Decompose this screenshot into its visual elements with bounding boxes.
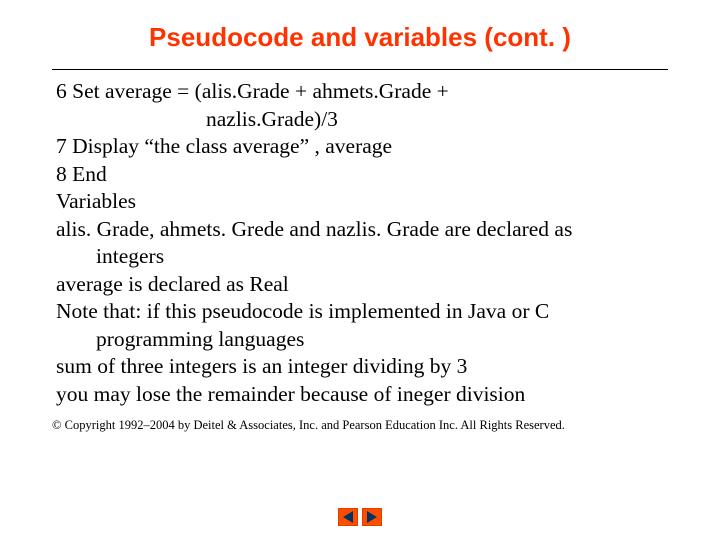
body-line: alis. Grade, ahmets. Grede and nazlis. G…: [56, 216, 664, 244]
body-line: nazlis.Grade)/3: [56, 106, 664, 134]
body-line: Note that: if this pseudocode is impleme…: [56, 298, 664, 326]
slide-body: 6 Set average = (alis.Grade + ahmets.Gra…: [56, 78, 664, 408]
title-divider: [52, 69, 668, 70]
body-line: 7 Display “the class average” , average: [56, 133, 664, 161]
body-line: programming languages: [56, 326, 664, 354]
body-line: 6 Set average = (alis.Grade + ahmets.Gra…: [56, 78, 664, 106]
slide: Pseudocode and variables (cont. ) 6 Set …: [0, 0, 720, 540]
triangle-right-icon: [367, 511, 377, 523]
body-line: integers: [56, 243, 664, 271]
nav-controls: [338, 508, 382, 526]
body-line: 8 End: [56, 161, 664, 189]
body-line: average is declared as Real: [56, 271, 664, 299]
slide-title: Pseudocode and variables (cont. ): [0, 0, 720, 63]
body-line: sum of three integers is an integer divi…: [56, 353, 664, 381]
copyright-text: © Copyright 1992–2004 by Deitel & Associ…: [52, 418, 720, 433]
body-line: Variables: [56, 188, 664, 216]
triangle-left-icon: [343, 511, 353, 523]
body-line: you may lose the remainder because of in…: [56, 381, 664, 409]
next-button[interactable]: [362, 508, 382, 526]
prev-button[interactable]: [338, 508, 358, 526]
